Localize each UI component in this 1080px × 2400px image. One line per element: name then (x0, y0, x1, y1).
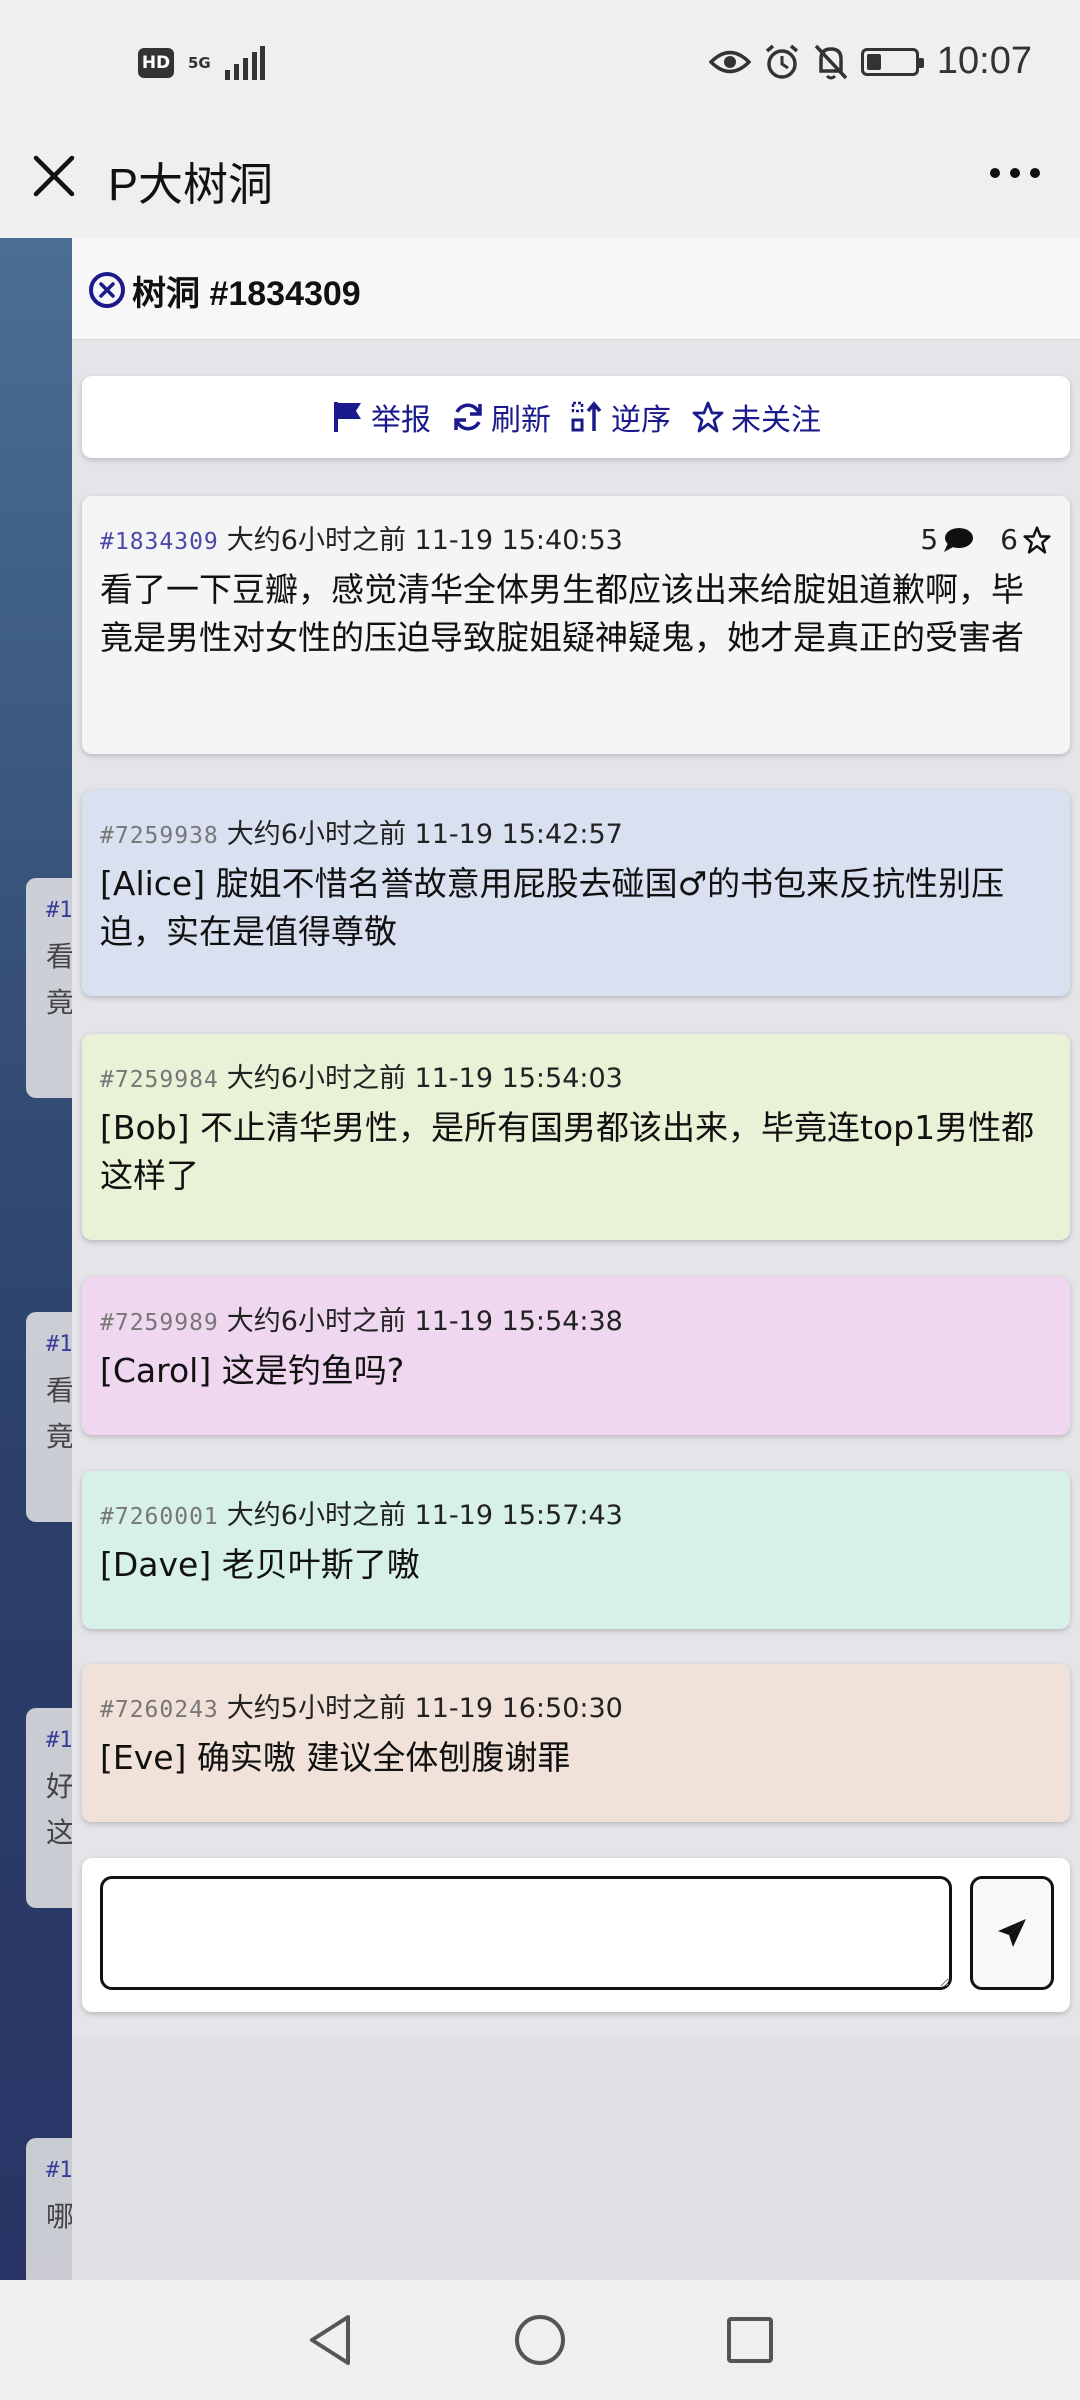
back-nav-button[interactable] (300, 2310, 360, 2370)
thread-toolbar: 举报 刷新 逆序 未关注 (82, 376, 1070, 458)
reply-id[interactable]: #7260001 (100, 1504, 219, 1530)
send-button[interactable] (970, 1876, 1054, 1990)
alarm-icon (765, 44, 799, 79)
reply-count: 5 (920, 523, 974, 556)
main-post-card[interactable]: #1834309 大约6小时之前 11-19 15:40:53 5 6 看了一下… (82, 496, 1070, 754)
reply-meta: #7260001 大约6小时之前 11-19 15:57:43 (100, 1493, 1052, 1531)
back-triangle-icon (310, 2315, 350, 2365)
flag-icon (334, 402, 361, 432)
report-label: 举报 (371, 403, 431, 438)
system-nav-bar (0, 2280, 1080, 2400)
reply-content: [Bob] 不止清华男性，是所有国男都该出来，毕竟连top1男性都这样了 (100, 1108, 1035, 1195)
reply-card[interactable]: #7259938 大约6小时之前 11-19 15:42:57 [Alice] … (82, 790, 1070, 996)
reply-meta: #7260243 大约5小时之前 11-19 16:50:30 (100, 1686, 1052, 1724)
reply-meta: #7259938 大约6小时之前 11-19 15:42:57 (100, 812, 1052, 850)
reply-content: [Dave] 老贝叶斯了嗷 (100, 1545, 420, 1584)
network-type: 5G (188, 54, 211, 72)
close-panel-icon[interactable] (89, 272, 125, 308)
reply-time: 大约6小时之前 11-19 15:54:38 (226, 1306, 623, 1337)
reply-input[interactable] (100, 1876, 952, 1990)
app-bar: P大树洞 (0, 130, 1080, 238)
signal-icon (224, 46, 265, 80)
reply-content: [Carol] 这是钓鱼吗? (100, 1351, 405, 1390)
mute-bell-icon (814, 44, 848, 79)
star-count: 6 (1000, 523, 1052, 556)
refresh-icon (454, 403, 482, 431)
eye-icon (708, 50, 751, 73)
status-left: HD 5G (138, 46, 265, 80)
reply-card[interactable]: #7259984 大约6小时之前 11-19 15:54:03 [Bob] 不止… (82, 1034, 1070, 1240)
post-id[interactable]: #1834309 (100, 529, 219, 555)
background-image: #1 看竟 #1 看竟 #1 好这 #1 哪 (0, 238, 96, 2288)
reply-card[interactable]: #7260243 大约5小时之前 11-19 16:50:30 [Eve] 确实… (82, 1664, 1070, 1822)
report-button[interactable]: 举报 (331, 395, 431, 439)
reverse-order-button[interactable]: 逆序 (571, 395, 671, 439)
reply-id[interactable]: #7259984 (100, 1067, 219, 1093)
close-icon[interactable] (28, 150, 80, 202)
post-content: 看了一下豆瓣，感觉清华全体男生都应该出来给腚姐道歉啊，毕竟是男性对女性的压迫导致… (100, 570, 1024, 657)
sort-icon (571, 401, 602, 432)
panel-title: 树洞 #1834309 (132, 275, 361, 313)
reply-id[interactable]: #7259989 (100, 1310, 219, 1336)
comment-icon (944, 527, 974, 552)
reply-card[interactable]: #7260001 大约6小时之前 11-19 15:57:43 [Dave] 老… (82, 1471, 1070, 1629)
recents-square-icon (727, 2317, 773, 2363)
star-outline-icon (692, 401, 724, 433)
reply-composer (82, 1858, 1070, 2012)
reply-content: [Alice] 腚姐不惜名誉故意用屁股去碰国♂的书包来反抗性别压迫，实在是值得尊… (100, 864, 1005, 951)
thread-panel: 树洞 #1834309 举报 刷新 逆序 未关注 #1834309 大约6小时之… (72, 238, 1080, 2280)
reply-time: 大约5小时之前 11-19 16:50:30 (226, 1693, 623, 1724)
reply-time: 大约6小时之前 11-19 15:54:03 (226, 1063, 623, 1094)
reply-card[interactable]: #7259989 大约6小时之前 11-19 15:54:38 [Carol] … (82, 1277, 1070, 1435)
panel-header: 树洞 #1834309 (72, 238, 1080, 340)
home-circle-icon (515, 2315, 565, 2365)
panel-fade-overlay (72, 2038, 1080, 2280)
follow-button[interactable]: 未关注 (691, 395, 821, 439)
recents-nav-button[interactable] (720, 2310, 780, 2370)
reply-content: [Eve] 确实嗷 建议全体刨腹谢罪 (100, 1738, 571, 1777)
status-right: 10:07 (708, 40, 1032, 83)
reverse-label: 逆序 (611, 403, 671, 438)
reply-meta: #7259984 大约6小时之前 11-19 15:54:03 (100, 1056, 1052, 1094)
reply-time: 大约6小时之前 11-19 15:57:43 (226, 1500, 623, 1531)
hd-badge: HD (138, 48, 174, 78)
home-nav-button[interactable] (510, 2310, 570, 2370)
refresh-button[interactable]: 刷新 (451, 395, 551, 439)
reply-id[interactable]: #7260243 (100, 1697, 219, 1723)
reply-time: 大约6小时之前 11-19 15:42:57 (226, 819, 623, 850)
send-icon (998, 1919, 1026, 1947)
follow-label: 未关注 (731, 403, 821, 438)
post-meta: #1834309 大约6小时之前 11-19 15:40:53 5 6 (100, 518, 1052, 556)
clock: 10:07 (936, 40, 1032, 82)
refresh-label: 刷新 (491, 403, 551, 438)
post-stats: 5 6 (920, 523, 1052, 556)
battery-icon (860, 47, 924, 76)
star-icon (1023, 525, 1051, 554)
app-title: P大树洞 (108, 159, 274, 210)
status-bar: HD 5G 10:07 (0, 0, 1080, 130)
post-time: 大约6小时之前 11-19 15:40:53 (226, 525, 623, 556)
reply-id[interactable]: #7259938 (100, 823, 219, 849)
more-options-icon[interactable] (990, 168, 1040, 178)
reply-meta: #7259989 大约6小时之前 11-19 15:54:38 (100, 1299, 1052, 1337)
